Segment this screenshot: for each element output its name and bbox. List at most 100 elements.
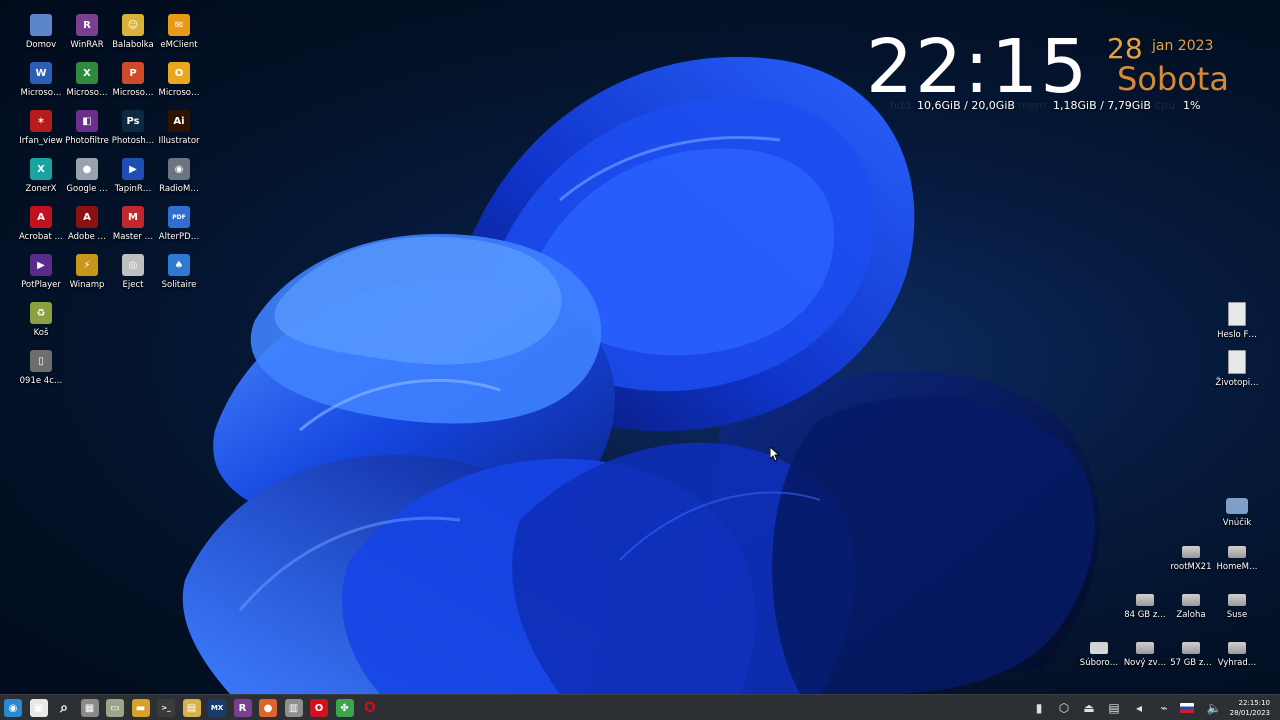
desktop-icon-label: Vyhrad… xyxy=(1217,658,1257,668)
desktop-icon-label: Microso… xyxy=(112,88,154,98)
desktop-icon-label: Solitaire xyxy=(161,280,197,290)
screenshot-icon[interactable]: ▭ xyxy=(106,699,124,717)
opera-gx-icon[interactable]: O xyxy=(361,699,379,717)
desktop-icon[interactable]: ◉ RadioM… xyxy=(156,152,202,194)
desktop-icon[interactable]: X ZonerX xyxy=(18,152,64,194)
drive-icon xyxy=(1182,642,1200,654)
desktop-icon[interactable]: ◎ Eject xyxy=(110,248,156,290)
desktop-icon[interactable]: Suse xyxy=(1214,584,1260,620)
drive-icon xyxy=(1228,594,1246,606)
keyboard-layout-sk-flag-icon[interactable] xyxy=(1180,703,1194,713)
tray-clock[interactable]: 22:15:10 28/01/2023 xyxy=(1230,698,1270,718)
desktop-icon[interactable]: A Adobe … xyxy=(64,200,110,242)
desktop-icon[interactable]: A Acrobat … xyxy=(18,200,64,242)
start-menu-icon[interactable]: ◉ xyxy=(4,699,22,717)
desktop-icon-label: Photofiltre xyxy=(65,136,109,146)
pinwheel-icon[interactable]: ✤ xyxy=(335,699,354,717)
desktop-icon[interactable]: ♻ Koš xyxy=(18,296,64,338)
desktop-icon[interactable]: ◧ Photofiltre xyxy=(64,104,110,146)
desktop-icon[interactable]: ✶ Irfan_view xyxy=(18,104,64,146)
desktop-icon[interactable]: M Master … xyxy=(110,200,156,242)
ms-outlook-icon: O xyxy=(168,62,190,84)
desktop-icon[interactable]: W Microso… xyxy=(18,56,64,98)
network-icon[interactable]: ⌁ xyxy=(1155,699,1173,717)
desktop-icon[interactable]: ▶ PotPlayer xyxy=(18,248,64,290)
desktop-icon-label: Microso… xyxy=(20,88,62,98)
desktop-icon[interactable]: O Microso… xyxy=(156,56,202,98)
home-folder-icon xyxy=(30,14,52,36)
tapinradio-icon: ▶ xyxy=(122,158,144,180)
show-desktop-icon[interactable]: ▣ xyxy=(29,699,48,717)
balabolka-icon: ☺ xyxy=(122,14,144,36)
notes-icon[interactable]: ▤ xyxy=(182,699,201,717)
radiomaximus-icon: ◉ xyxy=(168,158,190,180)
acrobat-icon: A xyxy=(30,206,52,228)
opera-icon[interactable]: O xyxy=(310,699,328,717)
printer-icon[interactable]: ▥ xyxy=(284,699,303,717)
desktop-icon-label: rootMX21 xyxy=(1170,562,1212,572)
desktop-icon[interactable]: Ps Photosh… xyxy=(110,104,156,146)
winrar-icon[interactable]: R xyxy=(233,699,252,717)
desktop-icon[interactable]: ✉ eMClient xyxy=(156,8,202,50)
illustrator-icon: Ai xyxy=(168,110,190,132)
desktop-icon[interactable]: ☺ Balabolka xyxy=(110,8,156,50)
desktop-icon[interactable]: ▯ 091e 4c… xyxy=(18,344,64,386)
desktop-icon-label: HomeM… xyxy=(1216,562,1258,572)
firefox-icon[interactable]: ● xyxy=(259,699,277,717)
battery-power-icon[interactable]: ▮ xyxy=(1030,699,1048,717)
taskbar: ◉ ▣ ⌕ ▦ ▭ ▬ >_ ▤ MX R ● ▥ O ✤ O ▮ ⬡ ⏏ ▤ ◂ ⌁ 🔈 22:15:10 28/01… xyxy=(0,694,1280,720)
desktop-icon[interactable]: Ai Illustrator xyxy=(156,104,202,146)
desktop-icon-label: Zaloha xyxy=(1176,610,1206,620)
desktop-icon[interactable]: Zaloha xyxy=(1168,584,1214,620)
desktop-icon[interactable]: PDF AlterPD… xyxy=(156,200,202,242)
clipboard-icon[interactable]: ▤ xyxy=(1105,699,1123,717)
desktop-icon[interactable]: ♠ Solitaire xyxy=(156,248,202,290)
desktop-icon[interactable]: Životopi… xyxy=(1214,344,1260,388)
app-grid-icon[interactable]: ▦ xyxy=(80,699,99,717)
desktop-icon-label: Súboro… xyxy=(1079,658,1119,668)
desktop-icon[interactable]: R WinRAR xyxy=(64,8,110,50)
desktop-icon[interactable]: P Microso… xyxy=(110,56,156,98)
desktop-icon[interactable]: 57 GB z… xyxy=(1168,632,1214,668)
desktop-icon[interactable]: Nový zv… xyxy=(1122,632,1168,668)
potplayer-icon: ▶ xyxy=(30,254,52,276)
document-file-icon xyxy=(1228,350,1246,374)
desktop-icon-label: Microso… xyxy=(66,88,108,98)
desktop-icon-label: Nový zv… xyxy=(1123,658,1167,668)
desktop-icon[interactable]: ● Google … xyxy=(64,152,110,194)
mx-tools-icon[interactable]: MX xyxy=(208,699,226,717)
desktop[interactable]: Domov R WinRAR ☺ Balabolka ✉ eMClient W Microso…… xyxy=(0,0,1280,720)
terminal-icon[interactable]: >_ xyxy=(157,699,175,717)
desktop-icon[interactable]: ▶ TapinR… xyxy=(110,152,156,194)
eject-icon[interactable]: ⏏ xyxy=(1080,699,1098,717)
desktop-icon-label: RadioM… xyxy=(159,184,199,194)
desktop-icon-label: TapinR… xyxy=(114,184,152,194)
photofiltre-icon: ◧ xyxy=(76,110,98,132)
desktop-icon-label: 091e 4c… xyxy=(19,376,63,386)
desktop-icon-label: Eject xyxy=(122,280,144,290)
desktop-icon[interactable]: X Microso… xyxy=(64,56,110,98)
desktop-icon-label: Photosh… xyxy=(111,136,155,146)
desktop-icon[interactable]: Domov xyxy=(18,8,64,50)
desktop-icon[interactable]: 84 GB z… xyxy=(1122,584,1168,620)
desktop-icon[interactable]: Vnúčik xyxy=(1214,488,1260,528)
folder-icon xyxy=(1226,498,1248,514)
masterpdf-icon: M xyxy=(122,206,144,228)
desktop-icon[interactable]: rootMX21 xyxy=(1168,536,1214,572)
desktop-icon[interactable]: HomeM… xyxy=(1214,536,1260,572)
trash-icon: ♻ xyxy=(30,302,52,324)
package-updates-icon[interactable]: ⬡ xyxy=(1055,699,1073,717)
adobe-reader-icon: A xyxy=(76,206,98,228)
search-icon[interactable]: ⌕ xyxy=(55,699,73,717)
volume-icon[interactable]: 🔈 xyxy=(1205,699,1223,717)
speaker-small-icon[interactable]: ◂ xyxy=(1130,699,1148,717)
emclient-icon: ✉ xyxy=(168,14,190,36)
drive-icon xyxy=(1090,642,1108,654)
desktop-icon[interactable]: Vyhrad… xyxy=(1214,632,1260,668)
file-manager-icon[interactable]: ▬ xyxy=(131,699,150,717)
desktop-icon-label: AlterPD… xyxy=(158,232,200,242)
drive-icon xyxy=(1136,594,1154,606)
desktop-icon[interactable]: ⚡ Winamp xyxy=(64,248,110,290)
desktop-icon[interactable]: Heslo F… xyxy=(1214,296,1260,340)
desktop-icon[interactable]: Súboro… xyxy=(1076,632,1122,668)
